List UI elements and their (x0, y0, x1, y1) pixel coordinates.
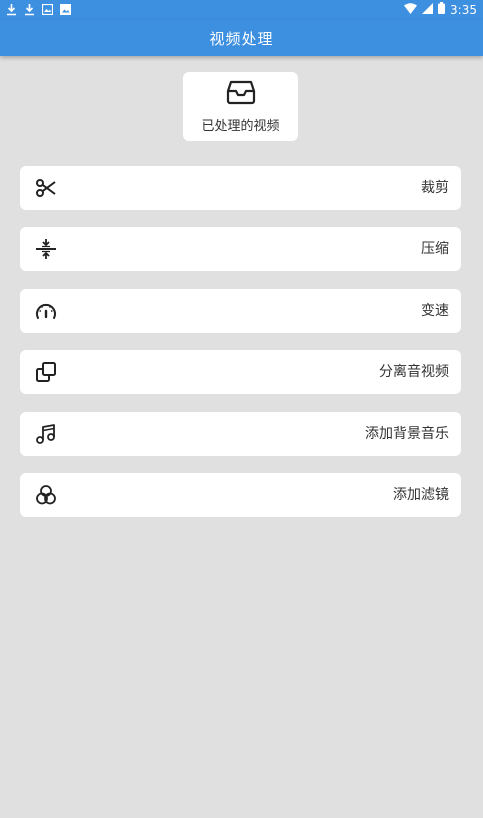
system-icons: 3:35 (404, 2, 477, 17)
scissors-icon (34, 176, 58, 200)
menu-item-compress[interactable]: 压缩 (20, 227, 461, 271)
menu-item-label: 压缩 (421, 241, 449, 257)
compress-icon (34, 237, 58, 261)
menu-item-label: 裁剪 (421, 180, 449, 196)
processed-videos-label: 已处理的视频 (201, 119, 280, 134)
wifi-icon (404, 2, 418, 17)
status-bar: 3:35 (0, 0, 483, 20)
copy-icon (34, 360, 58, 384)
battery-icon (438, 2, 446, 17)
menu-item-add-filter[interactable]: 添加滤镜 (20, 473, 461, 517)
menu-item-label: 分离音视频 (379, 364, 449, 380)
notification-icons (6, 3, 71, 16)
download-icon (6, 3, 17, 16)
processed-videos-button[interactable]: 已处理的视频 (183, 72, 298, 141)
clock: 3:35 (450, 2, 477, 17)
menu-item-label: 添加滤镜 (393, 487, 449, 503)
menu-item-separate-audio-video[interactable]: 分离音视频 (20, 350, 461, 394)
speedometer-icon (34, 299, 58, 323)
inbox-tray-icon (226, 79, 256, 109)
download-icon (24, 3, 35, 16)
filter-circles-icon (34, 483, 58, 507)
signal-icon (422, 2, 434, 17)
music-note-icon (34, 422, 58, 446)
image-icon (42, 3, 53, 16)
menu-item-speed[interactable]: 变速 (20, 289, 461, 333)
menu-item-label: 变速 (421, 303, 449, 319)
page-title: 视频处理 (209, 29, 274, 48)
menu-item-label: 添加背景音乐 (365, 426, 449, 442)
app-bar: 视频处理 (0, 20, 483, 56)
menu-item-trim[interactable]: 裁剪 (20, 166, 461, 210)
photo-icon (60, 3, 71, 16)
menu-item-add-background-music[interactable]: 添加背景音乐 (20, 412, 461, 456)
